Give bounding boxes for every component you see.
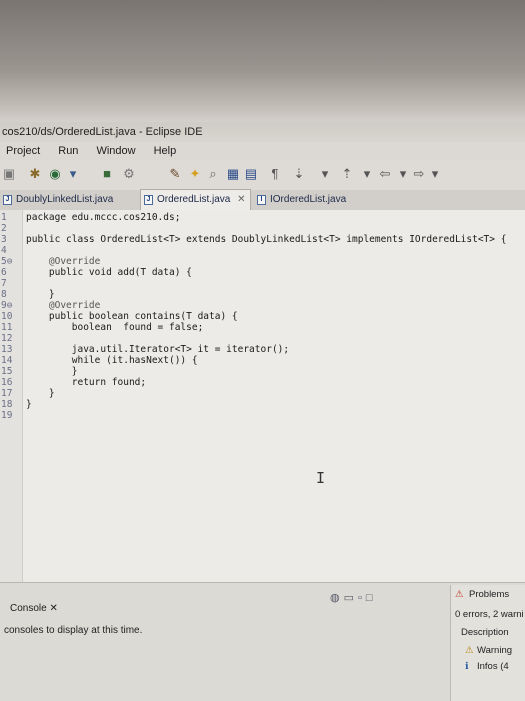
line-number: 9⊖	[1, 300, 13, 311]
chevron-down-icon[interactable]: ▾	[428, 166, 442, 182]
line-number: 17	[1, 388, 13, 399]
pilcrow-icon[interactable]: ¶	[268, 166, 282, 182]
package-icon[interactable]: ■	[100, 166, 114, 182]
chevron-down-icon[interactable]: ▾	[396, 166, 410, 182]
code-line: }	[26, 366, 78, 377]
view-icon[interactable]: ▦	[226, 166, 240, 182]
forward-icon[interactable]: ⇨	[412, 166, 426, 182]
java-file-icon: J	[144, 195, 153, 205]
menu-bar: Project Run Window Help	[0, 142, 525, 160]
code-line: public void add(T data) {	[26, 267, 192, 278]
next-annotation-icon[interactable]: ⇡	[340, 166, 354, 182]
window-title: cos210/ds/OrderedList.java - Eclipse IDE	[0, 122, 525, 142]
chevron-down-icon[interactable]: ▾	[318, 166, 332, 182]
line-number: 15	[1, 366, 13, 377]
run-icon[interactable]: ◉	[48, 166, 62, 182]
chevron-down-icon[interactable]: ▾	[360, 166, 374, 182]
infos-group[interactable]: Infos (4	[477, 661, 509, 672]
line-number: 6	[1, 267, 7, 278]
line-number: 18	[1, 399, 13, 410]
line-number: 4	[1, 245, 7, 256]
line-number: 3	[1, 234, 7, 245]
line-number: 11	[1, 322, 13, 333]
line-number: 19	[1, 410, 13, 421]
console-toolbar: ◍▭▫□	[330, 591, 377, 604]
tab-console[interactable]: Console ✕	[0, 601, 58, 617]
description-column-header[interactable]: Description	[461, 627, 509, 638]
gear-icon[interactable]: ⚙	[122, 166, 136, 182]
problems-icon: ⚠	[455, 589, 464, 600]
menu-window[interactable]: Window	[96, 142, 135, 160]
bottom-panel: Console ✕ ◍▭▫□ consoles to display at th…	[0, 582, 525, 701]
line-number: 8	[1, 289, 7, 300]
interface-file-icon: I	[257, 195, 266, 205]
info-icon: ℹ	[465, 661, 469, 672]
pin-icon[interactable]: ◍	[330, 592, 344, 604]
screen: cos210/ds/OrderedList.java - Eclipse IDE…	[0, 0, 525, 701]
main-toolbar: ▣ ✱ ◉ ▾ ■ ⚙ ✎ ✦ ⌕ ▦ ▤ ¶ ⇣ ▾ ⇡ ▾ ⇦ ▾ ⇨ ▾	[0, 160, 525, 191]
code-line: }	[26, 399, 32, 410]
wand-icon[interactable]: ✎	[168, 166, 182, 182]
minimize-icon[interactable]: ▫	[358, 592, 366, 604]
java-file-icon: J	[3, 195, 12, 205]
line-number: 10	[1, 311, 13, 322]
code-line: while (it.hasNext()) {	[26, 355, 198, 366]
back-icon[interactable]: ⇦	[378, 166, 392, 182]
highlight-icon[interactable]: ✦	[188, 166, 202, 182]
chevron-down-icon[interactable]: ▾	[66, 166, 80, 182]
tab-doublylinkedlist[interactable]: J DoublyLinkedList.java	[0, 190, 117, 210]
line-number: 5⊖	[1, 256, 13, 267]
warning-icon: ⚠	[465, 645, 474, 656]
line-number: 1	[1, 212, 7, 223]
line-number: 14	[1, 355, 13, 366]
display-console-icon[interactable]: ▭	[344, 592, 358, 604]
tab-iorderedlist[interactable]: I IOrderedList.java	[254, 190, 350, 210]
code-line: boolean found = false;	[26, 322, 204, 333]
line-number: 2	[1, 223, 7, 234]
line-number: 7	[1, 278, 7, 289]
problems-summary: 0 errors, 2 warni	[455, 609, 524, 620]
code-line: }	[26, 388, 55, 399]
code-line: }	[26, 289, 55, 300]
editor-tabs: J DoublyLinkedList.java J OrderedList.ja…	[0, 189, 525, 211]
line-number: 13	[1, 344, 13, 355]
close-icon[interactable]: ✕	[237, 194, 245, 205]
console-message: consoles to display at this time.	[4, 625, 143, 636]
new-icon[interactable]: ▣	[2, 166, 16, 182]
tab-problems[interactable]: Problems	[469, 589, 509, 600]
code-line: java.util.Iterator<T> it = iterator();	[26, 344, 290, 355]
mouse-cursor-icon: I	[316, 469, 326, 487]
problems-view: ⚠ Problems 0 errors, 2 warni Description…	[450, 585, 525, 701]
warnings-group[interactable]: Warning	[477, 645, 512, 656]
code-line: @Override	[26, 300, 101, 311]
debug-icon[interactable]: ✱	[28, 166, 42, 182]
search-icon[interactable]: ⌕	[206, 166, 220, 182]
code-editor[interactable]: 1 2 3 4 5⊖ 6 7 8 9⊖ 10 11 12 13 14 15 16…	[0, 210, 525, 582]
menu-help[interactable]: Help	[154, 142, 177, 160]
menu-project[interactable]: Project	[6, 142, 40, 160]
line-number-gutter: 1 2 3 4 5⊖ 6 7 8 9⊖ 10 11 12 13 14 15 16…	[0, 210, 23, 582]
code-line: public class OrderedList<T> extends Doub…	[26, 234, 507, 245]
line-number: 16	[1, 377, 13, 388]
code-line: return found;	[26, 377, 147, 388]
menu-run[interactable]: Run	[58, 142, 78, 160]
code-line: public boolean contains(T data) {	[26, 311, 238, 322]
panel-icon[interactable]: ▤	[244, 166, 258, 182]
code-line: package edu.mccc.cos210.ds;	[26, 212, 181, 223]
line-number: 12	[1, 333, 13, 344]
tab-orderedlist[interactable]: J OrderedList.java ✕	[140, 189, 251, 211]
code-line: @Override	[26, 256, 101, 267]
annotation-icon[interactable]: ⇣	[292, 166, 306, 182]
maximize-icon[interactable]: □	[366, 592, 377, 604]
